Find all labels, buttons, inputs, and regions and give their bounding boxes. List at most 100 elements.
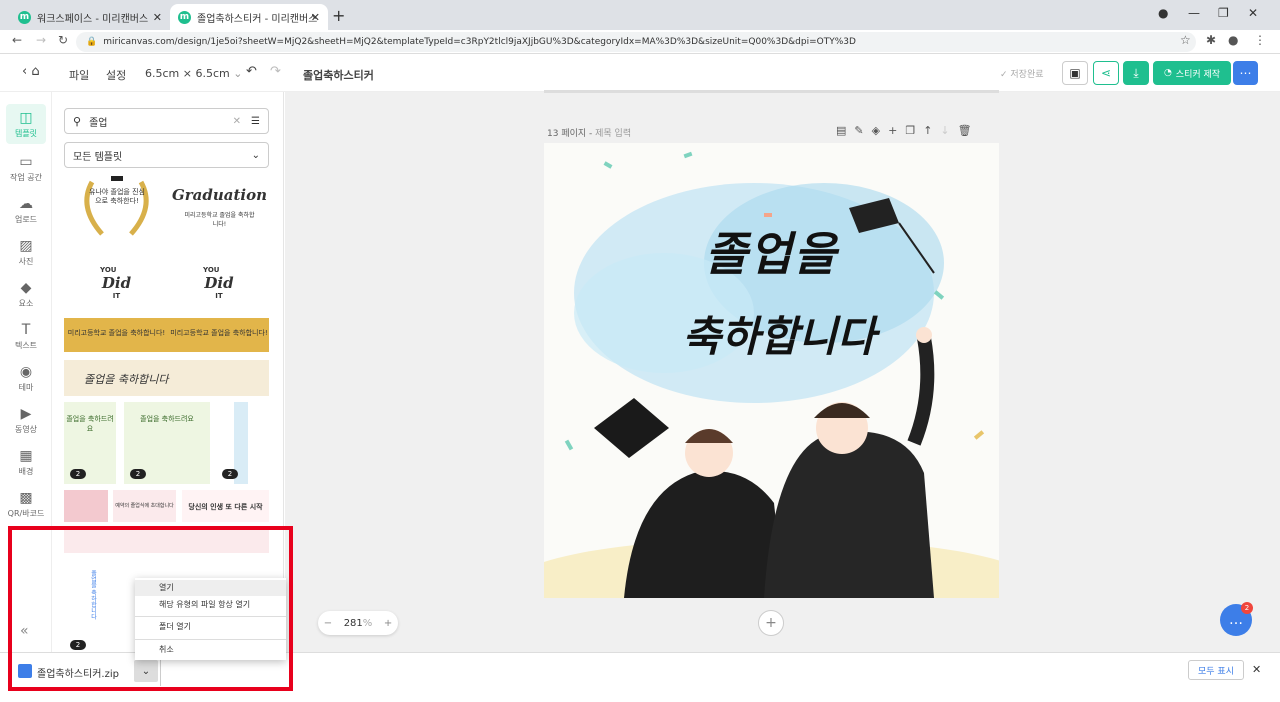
text-icon: T xyxy=(21,322,31,338)
more-options-icon[interactable]: ⋯ xyxy=(1233,61,1258,85)
browser-menu-icon[interactable]: ⋮ xyxy=(1254,33,1266,47)
sidebar-item-background[interactable]: ▦ 배경 xyxy=(0,448,52,477)
thumb-text: 미리고등학교 졸업을 축하합니다! xyxy=(184,212,255,228)
watercolor-illustration xyxy=(544,151,999,598)
url-field[interactable]: 🔒 miricanvas.com/design/1je5oi?sheetW=Mj… xyxy=(76,32,1196,52)
download-icon[interactable]: ⤓ xyxy=(1123,61,1149,85)
template-thumb-you-did-it[interactable]: YOU Did IT 미리고등학교 졸업을 축하합니다! xyxy=(64,262,169,352)
duplicate-page-icon[interactable]: ❐ xyxy=(905,124,923,137)
filter-icon[interactable]: ☰ xyxy=(251,116,260,127)
reload-icon[interactable]: ↻ xyxy=(58,33,68,47)
memo-icon[interactable]: ▤ xyxy=(836,124,854,137)
sidebar-item-text[interactable]: T 텍스트 xyxy=(0,322,52,351)
sidebar-item-theme[interactable]: ◉ 테마 xyxy=(0,364,52,393)
category-select[interactable]: 모든 템플릿 ⌄ xyxy=(64,142,269,168)
move-up-icon[interactable]: ↑ xyxy=(923,124,940,137)
chevron-down-icon: ⌄ xyxy=(251,149,260,161)
template-thumb-pink-2[interactable]: 예약의 졸업식에 초대합니다 xyxy=(113,490,176,522)
sidebar-item-label: 템플릿 xyxy=(14,129,38,138)
sidebar-item-video[interactable]: ▶ 동영상 xyxy=(0,406,52,435)
thumb-did: Did xyxy=(101,274,132,292)
zoom-in-icon[interactable]: + xyxy=(384,618,392,629)
sidebar-item-photo[interactable]: ▨ 사진 xyxy=(0,238,52,267)
sidebar-item-elements[interactable]: ◆ 요소 xyxy=(0,280,52,309)
qr-icon: ▩ xyxy=(19,490,33,506)
clear-search-icon[interactable]: ✕ xyxy=(233,116,241,127)
headline-line-2[interactable]: 축하합니다 xyxy=(614,303,944,364)
make-sticker-button[interactable]: ◔ 스티커 제작 xyxy=(1153,61,1231,85)
show-all-button[interactable]: 모두 표시 xyxy=(1188,660,1244,680)
page-count-badge: 2 xyxy=(222,469,238,479)
paint-bucket-icon[interactable]: ◈ xyxy=(872,124,888,137)
sidebar-item-upload[interactable]: ☁ 업로드 xyxy=(0,196,52,225)
sidebar-item-template[interactable]: ◫ 템플릿 xyxy=(0,110,52,139)
template-thumb-wreath[interactable]: 유나야 졸업을 진심으로 축하한다! xyxy=(64,172,169,242)
close-tab-icon[interactable]: ✕ xyxy=(311,11,320,24)
bookmark-star-icon[interactable]: ☆ xyxy=(1180,33,1191,47)
elements-icon: ◆ xyxy=(20,280,32,296)
thumb-you: YOU xyxy=(100,266,117,274)
sidebar-item-qr[interactable]: ▩ QR/바코드 xyxy=(0,490,52,519)
new-tab-icon[interactable]: + xyxy=(332,6,345,25)
home-icon[interactable]: ‹ ⌂ xyxy=(22,64,40,79)
chat-notification-badge: 2 xyxy=(1241,602,1253,614)
undo-icon[interactable]: ↶ xyxy=(246,64,257,79)
account-icon[interactable]: ● xyxy=(1228,33,1238,47)
thumb-pink-banner-text: 당신의 인생 또 다른 시작 xyxy=(188,503,263,511)
sidebar-item-label: 사진 xyxy=(18,257,34,266)
sidebar-item-label: 요소 xyxy=(18,299,34,308)
zoom-out-icon[interactable]: − xyxy=(324,618,332,629)
thumb-green-text: 졸업을 축하드려요 xyxy=(140,415,194,423)
maximize-icon[interactable]: ❐ xyxy=(1218,6,1229,20)
thumb-green-text: 졸업을 축하드려요 xyxy=(66,415,114,433)
previous-page-edge xyxy=(544,90,999,93)
delete-page-icon[interactable]: 🗑 xyxy=(958,124,980,137)
profile-menu-icon[interactable]: ● xyxy=(1158,6,1168,20)
add-page-icon[interactable]: + xyxy=(888,124,905,137)
zoom-value-field[interactable]: 281% xyxy=(344,618,373,629)
theme-icon: ◉ xyxy=(19,364,33,380)
canvas-size-dropdown[interactable]: 6.5cm × 6.5cm ⌄ xyxy=(145,67,242,80)
extensions-icon[interactable]: ✱ xyxy=(1206,33,1216,47)
close-tab-icon[interactable]: ✕ xyxy=(153,11,162,24)
sidebar-item-workspace[interactable]: ▭ 작업 공간 xyxy=(0,154,52,183)
zoom-unit: % xyxy=(362,617,373,629)
background-icon: ▦ xyxy=(19,448,33,464)
close-window-icon[interactable]: ✕ xyxy=(1248,6,1258,20)
url-text: miricanvas.com/design/1je5oi?sheetW=MjQ2… xyxy=(103,37,856,47)
design-page[interactable]: 졸업을 축하합니다 xyxy=(544,143,999,598)
page-title-input[interactable]: 제목 입력 xyxy=(595,129,631,139)
page-count-badge: 2 xyxy=(130,469,146,479)
template-thumb-pink-3[interactable]: 당신의 인생 또 다른 시작 xyxy=(182,490,269,522)
template-thumb-you-did-it-2[interactable]: YOU Did IT 미리고등학교 졸업을 축하합니다! xyxy=(169,262,269,352)
headline-line-1[interactable]: 졸업을 xyxy=(544,218,999,284)
thumb-it: IT xyxy=(215,292,223,300)
page-info: 13 페이지 - 제목 입력 xyxy=(547,129,632,139)
page-number: 13 페이지 xyxy=(547,129,587,139)
upload-icon: ☁ xyxy=(19,196,33,212)
save-icon[interactable]: ▣ xyxy=(1062,61,1088,85)
close-downloads-icon[interactable]: ✕ xyxy=(1252,663,1261,676)
thumb-text: 유나야 졸업을 진심으로 축하한다! xyxy=(89,188,145,205)
move-down-icon[interactable]: ↓ xyxy=(940,124,957,137)
add-page-button[interactable]: + xyxy=(758,610,784,636)
redo-icon[interactable]: ↷ xyxy=(270,64,281,79)
template-thumb-banner[interactable]: 졸업을 축하합니다 xyxy=(64,360,269,396)
back-icon[interactable]: ← xyxy=(12,33,22,47)
share-icon[interactable]: ⋖ xyxy=(1093,61,1119,85)
minimize-icon[interactable]: — xyxy=(1188,6,1200,20)
browser-tab-workspace[interactable]: m 워크스페이스 - 미리캔버스 ✕ xyxy=(10,4,170,30)
menu-settings[interactable]: 설정 xyxy=(106,67,126,83)
browser-tab-editor[interactable]: m 졸업축하스티커 - 미리캔버스 ✕ xyxy=(170,4,328,30)
wreath-graphic xyxy=(84,176,149,236)
document-title[interactable]: 졸업축하스티커 xyxy=(303,67,374,83)
forward-icon[interactable]: → xyxy=(36,33,46,47)
eyedropper-icon[interactable]: ✎ xyxy=(854,124,871,137)
photo-icon: ▨ xyxy=(19,238,33,254)
template-thumb-pink-1[interactable] xyxy=(64,490,108,522)
template-thumb-graduation[interactable]: Graduation 미리고등학교 졸업을 축하합니다! xyxy=(170,172,269,242)
menu-file[interactable]: 파일 xyxy=(69,67,89,83)
check-icon: ✓ xyxy=(1000,70,1011,80)
template-search-input[interactable]: ⚲ 졸업 ✕ ☰ xyxy=(64,108,269,134)
page-toolbar: ▤✎◈+❐↑↓🗑 xyxy=(836,124,980,137)
